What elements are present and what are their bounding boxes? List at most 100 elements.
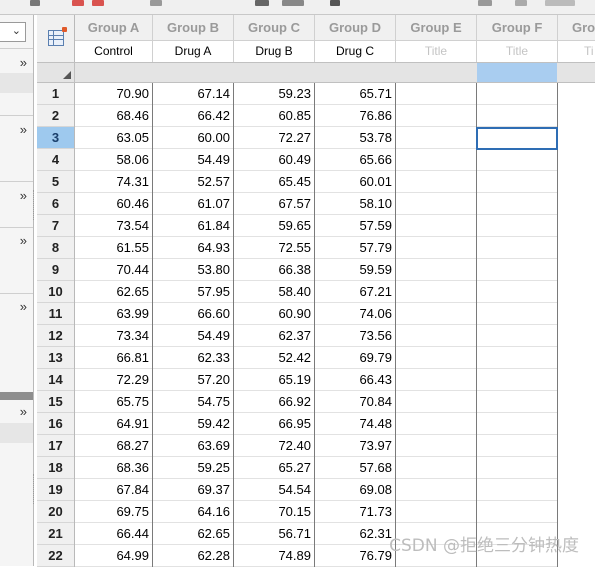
table-cell[interactable]: 66.44 [75,523,152,545]
toolbar-button[interactable] [255,0,269,6]
table-cell[interactable]: 73.97 [315,435,395,457]
toolbar-button[interactable] [330,0,340,6]
row-number[interactable]: 16 [37,413,74,435]
table-cell[interactable]: 67.84 [75,479,152,501]
column-title[interactable]: Drug A [153,40,233,62]
table-cell[interactable]: 54.49 [153,149,233,171]
table-cell[interactable]: 61.84 [153,215,233,237]
table-cell[interactable] [477,193,557,215]
table-cell[interactable] [477,171,557,193]
row-number[interactable]: 7 [37,215,74,237]
expand-section-icon[interactable]: » [20,300,27,313]
table-cell[interactable]: 65.19 [234,369,314,391]
row-number[interactable]: 20 [37,501,74,523]
column-title[interactable]: Drug B [234,40,314,62]
table-cell[interactable] [396,325,476,347]
table-cell[interactable]: 53.78 [315,127,395,149]
table-cell[interactable]: 60.49 [234,149,314,171]
table-cell[interactable] [477,83,557,105]
table-cell[interactable]: 60.46 [75,193,152,215]
table-cell[interactable]: 63.05 [75,127,152,149]
expand-section-icon[interactable]: » [20,189,27,202]
table-cell[interactable]: 57.20 [153,369,233,391]
column-header-group-g[interactable]: Gro Ti [558,15,595,62]
table-cell[interactable]: 73.56 [315,325,395,347]
table-cell[interactable] [477,457,557,479]
column-header-group-d[interactable]: Group D Drug C [315,15,396,62]
table-cell[interactable]: 63.69 [153,435,233,457]
table-cell[interactable]: 54.49 [153,325,233,347]
table-cell[interactable] [477,435,557,457]
expand-section-icon[interactable]: » [20,405,27,418]
table-cell[interactable] [396,127,476,149]
toolbar-button[interactable] [478,0,492,6]
table-cell[interactable] [396,413,476,435]
table-cell[interactable]: 62.28 [153,545,233,567]
table-cell[interactable]: 57.68 [315,457,395,479]
table-cell[interactable]: 60.85 [234,105,314,127]
row-number[interactable]: 2 [37,105,74,127]
table-cell[interactable]: 68.46 [75,105,152,127]
table-cell[interactable] [396,303,476,325]
column-header-group-a[interactable]: Group A Control [75,15,153,62]
table-cell[interactable]: 69.08 [315,479,395,501]
table-cell[interactable] [396,259,476,281]
table-cell[interactable] [477,413,557,435]
table-cell[interactable]: 52.42 [234,347,314,369]
table-cell[interactable]: 66.60 [153,303,233,325]
table-cell[interactable]: 72.40 [234,435,314,457]
table-cell[interactable]: 69.79 [315,347,395,369]
row-number[interactable]: 21 [37,523,74,545]
table-cell[interactable] [396,347,476,369]
table-cell[interactable] [477,501,557,523]
table-cell[interactable]: 67.14 [153,83,233,105]
table-cell[interactable] [396,435,476,457]
row-number[interactable]: 22 [37,545,74,567]
table-cell[interactable]: 60.00 [153,127,233,149]
table-cell[interactable]: 76.79 [315,545,395,567]
table-cell[interactable] [396,457,476,479]
column-title[interactable]: Ti [558,40,595,62]
toolbar-button[interactable] [92,0,104,6]
table-cell[interactable]: 61.07 [153,193,233,215]
table-cell[interactable]: 65.75 [75,391,152,413]
splitter-bar[interactable] [0,392,33,400]
row-number[interactable]: 6 [37,193,74,215]
row-number[interactable]: 1 [37,83,74,105]
table-cell[interactable] [396,215,476,237]
table-cell[interactable]: 65.71 [315,83,395,105]
table-cell[interactable]: 61.55 [75,237,152,259]
table-cell[interactable]: 74.48 [315,413,395,435]
table-cell[interactable]: 66.92 [234,391,314,413]
table-cell[interactable] [396,391,476,413]
table-cell[interactable]: 57.95 [153,281,233,303]
table-cell[interactable] [396,83,476,105]
table-cell[interactable]: 59.42 [153,413,233,435]
table-cell[interactable] [477,281,557,303]
table-cell[interactable]: 74.06 [315,303,395,325]
row-number[interactable]: 19 [37,479,74,501]
column-title[interactable]: Control [75,40,152,62]
toolbar-button[interactable] [282,0,304,6]
expand-section-icon[interactable]: » [20,56,27,69]
toolbar-button[interactable] [545,0,575,6]
table-cell[interactable]: 65.27 [234,457,314,479]
table-cell[interactable] [396,501,476,523]
column-title[interactable]: Title [477,40,557,62]
table-cell[interactable] [477,149,557,171]
table-cell[interactable] [396,237,476,259]
table-cell[interactable]: 72.55 [234,237,314,259]
table-cell[interactable]: 68.36 [75,457,152,479]
table-cell[interactable]: 64.93 [153,237,233,259]
table-cell[interactable] [396,369,476,391]
table-cell[interactable]: 68.27 [75,435,152,457]
column-title[interactable]: Drug C [315,40,395,62]
table-cell[interactable]: 64.99 [75,545,152,567]
column-title[interactable]: Title [396,40,476,62]
table-cell[interactable]: 52.57 [153,171,233,193]
table-cell[interactable]: 66.43 [315,369,395,391]
table-cell[interactable]: 74.89 [234,545,314,567]
column-header-group-c[interactable]: Group C Drug B [234,15,315,62]
column-header-group-f[interactable]: Group F Title [477,15,558,62]
toolbar-button[interactable] [30,0,40,6]
